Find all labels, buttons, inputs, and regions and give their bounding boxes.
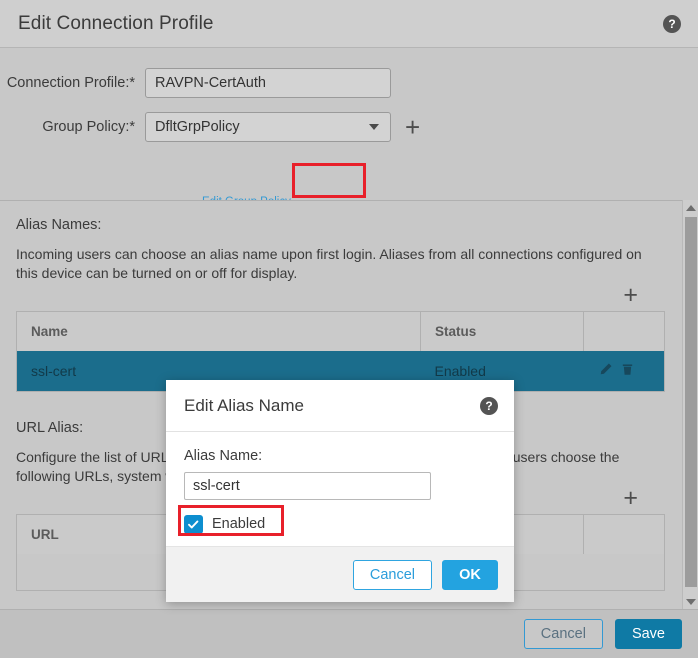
alias-row-actions xyxy=(584,351,665,392)
alias-names-description: Incoming users can choose an alias name … xyxy=(16,245,656,283)
window-footer: Cancel Save xyxy=(0,609,698,658)
column-header-status[interactable]: Status xyxy=(421,312,584,352)
add-alias-name-row: + xyxy=(16,285,660,311)
scroll-up-button[interactable] xyxy=(683,200,698,215)
scrollbar-thumb[interactable] xyxy=(685,217,697,587)
group-policy-label: Group Policy:* xyxy=(0,119,145,135)
dialog-cancel-button[interactable]: Cancel xyxy=(353,560,432,590)
group-policy-selected-value: DfltGrpPolicy xyxy=(155,119,240,135)
connection-profile-input[interactable]: RAVPN-CertAuth xyxy=(145,68,391,98)
alias-names-label: Alias Names: xyxy=(16,217,660,233)
dialog-header: Edit Alias Name ? xyxy=(166,380,514,432)
enabled-checkbox-label: Enabled xyxy=(212,516,265,532)
help-circle-icon[interactable]: ? xyxy=(663,15,681,33)
vertical-scrollbar[interactable] xyxy=(682,200,698,609)
dialog-body: Alias Name: ssl-cert Enabled xyxy=(166,432,514,546)
profile-form: Connection Profile:* RAVPN-CertAuth Grou… xyxy=(0,49,698,200)
connection-profile-label: Connection Profile:* xyxy=(0,75,145,91)
add-url-alias-button[interactable]: + xyxy=(623,488,638,514)
table-header-row: Name Status xyxy=(17,312,665,352)
group-policy-row: Group Policy:* DfltGrpPolicy + xyxy=(0,112,420,142)
save-button[interactable]: Save xyxy=(615,619,682,649)
add-alias-name-button[interactable]: + xyxy=(623,285,638,311)
alias-name-field[interactable]: ssl-cert xyxy=(184,472,431,500)
edit-alias-name-dialog: Edit Alias Name ? Alias Name: ssl-cert E… xyxy=(166,380,514,602)
dialog-footer: Cancel OK xyxy=(166,546,514,602)
page-title: Edit Connection Profile xyxy=(18,13,214,35)
trash-icon[interactable] xyxy=(620,362,635,380)
chevron-down-icon xyxy=(369,124,379,130)
group-policy-select[interactable]: DfltGrpPolicy xyxy=(145,112,391,142)
dialog-ok-button[interactable]: OK xyxy=(442,560,498,590)
connection-profile-row: Connection Profile:* RAVPN-CertAuth xyxy=(0,68,391,98)
edit-connection-profile-window: Edit Connection Profile ? Connection Pro… xyxy=(0,0,698,658)
url-row-actions xyxy=(584,554,665,590)
column-header-name[interactable]: Name xyxy=(17,312,421,352)
pencil-icon[interactable] xyxy=(598,362,613,380)
help-circle-icon[interactable]: ? xyxy=(480,397,498,415)
scroll-down-button[interactable] xyxy=(683,594,698,609)
enabled-checkbox-row[interactable]: Enabled xyxy=(184,513,496,535)
check-icon xyxy=(187,518,200,531)
cancel-button[interactable]: Cancel xyxy=(524,619,603,649)
window-header: Edit Connection Profile ? xyxy=(0,0,698,48)
enabled-checkbox[interactable] xyxy=(184,515,203,534)
alias-name-field-label: Alias Name: xyxy=(184,448,496,464)
dialog-title: Edit Alias Name xyxy=(184,396,304,416)
column-header-url-actions xyxy=(584,515,665,555)
column-header-actions xyxy=(584,312,665,352)
add-group-policy-button[interactable]: + xyxy=(405,117,420,138)
triangle-down-icon xyxy=(686,599,696,605)
triangle-up-icon xyxy=(686,205,696,211)
